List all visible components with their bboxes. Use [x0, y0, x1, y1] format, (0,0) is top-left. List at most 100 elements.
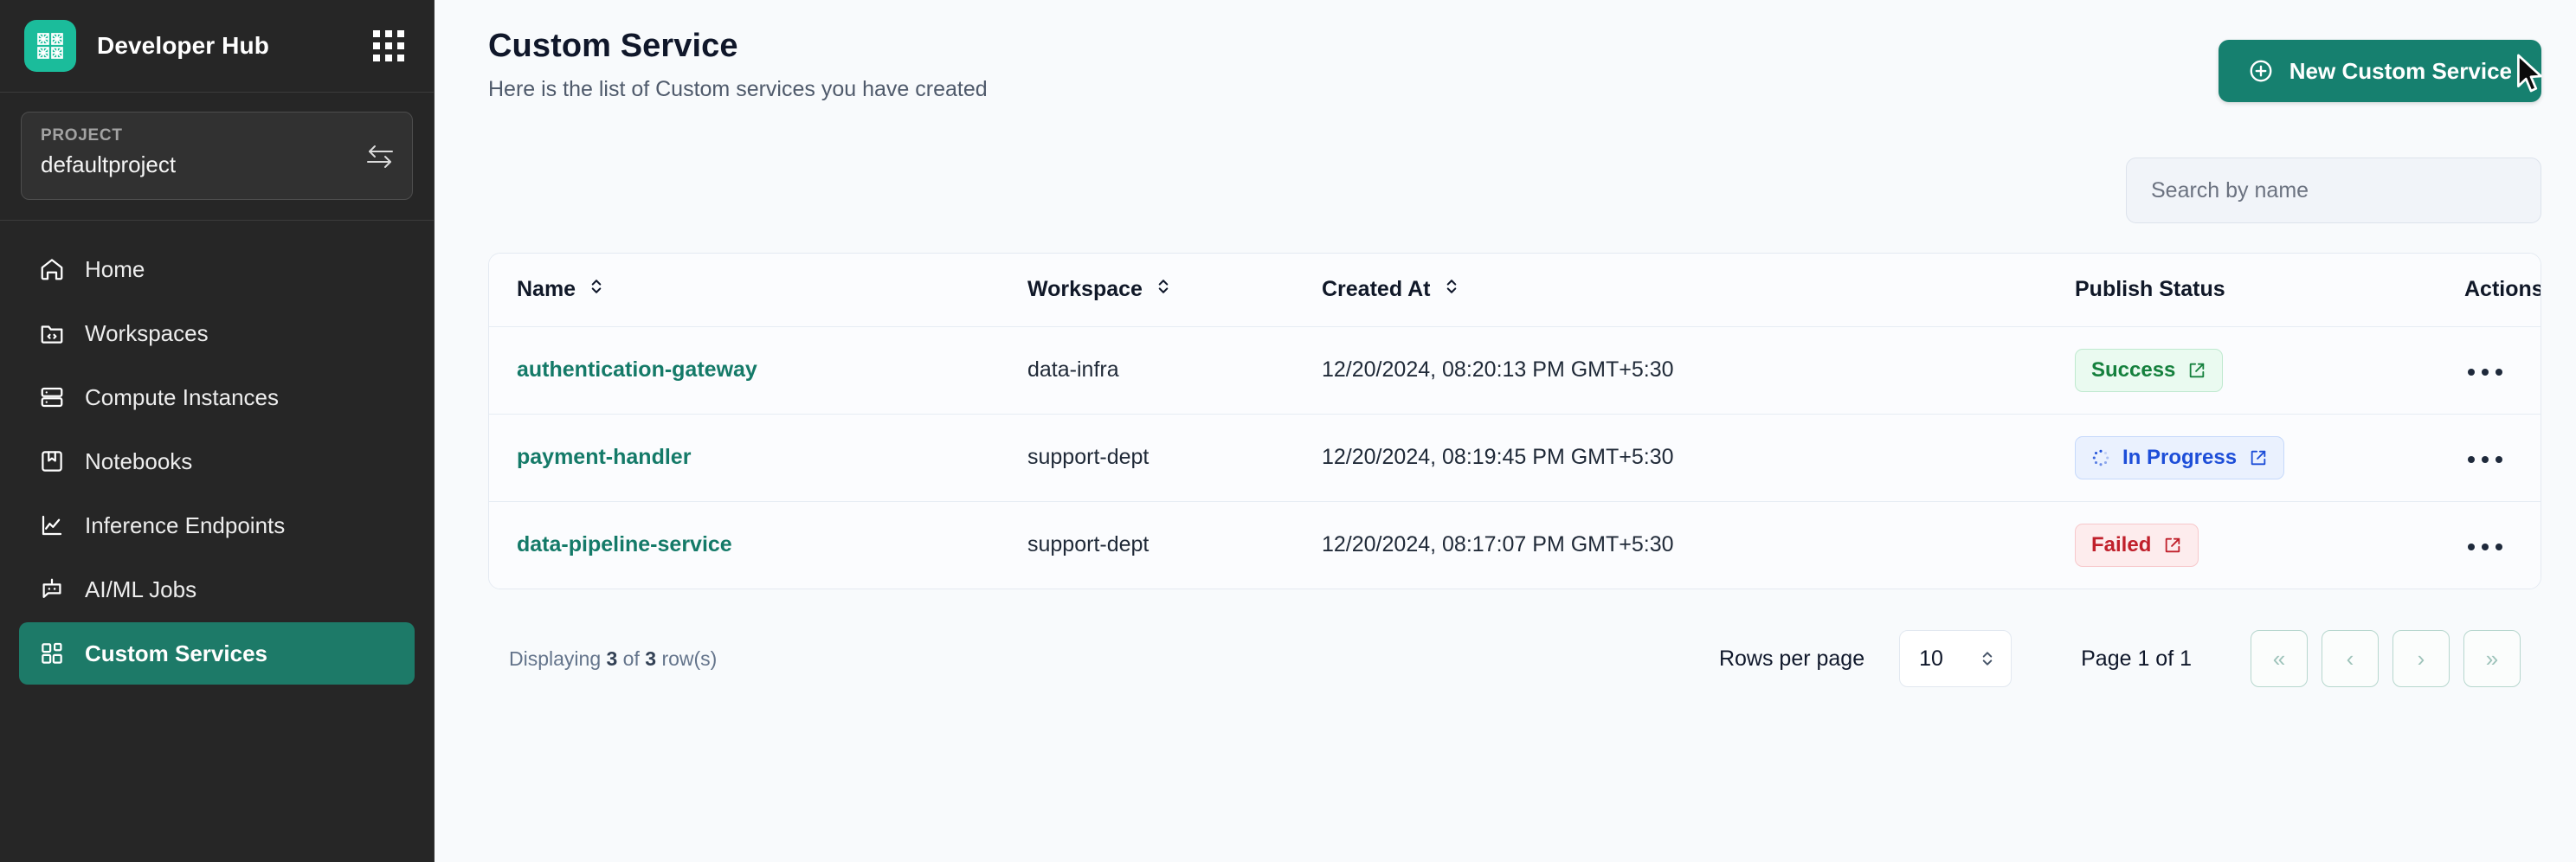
cell-name: authentication-gateway: [489, 326, 1000, 415]
column-header-publish-status: Publish Status: [2047, 254, 2437, 327]
sidebar-item-label: Workspaces: [85, 319, 209, 346]
sidebar-item-label: Home: [85, 255, 145, 282]
page-indicator: Page 1 of 1: [2081, 646, 2192, 671]
prev-page-button[interactable]: ‹: [2322, 630, 2379, 687]
search-input[interactable]: [2126, 158, 2541, 223]
robot-icon: [38, 576, 66, 603]
rows-per-page-select[interactable]: 10: [1899, 630, 2012, 687]
brand-title: Developer Hub: [97, 32, 269, 59]
services-table: Name Workspace Created At Publish Status…: [489, 254, 2541, 589]
table-header-row: Name Workspace Created At Publish Status…: [489, 254, 2541, 327]
sidebar-item-workspaces[interactable]: Workspaces: [19, 302, 415, 364]
sidebar-item-notebooks[interactable]: Notebooks: [19, 430, 415, 492]
table-row: data-pipeline-service support-dept 12/20…: [489, 501, 2541, 589]
column-header-actions: Actions: [2437, 254, 2541, 327]
external-link-icon: [2187, 361, 2206, 380]
cell-workspace: support-dept: [1000, 501, 1294, 589]
column-header-workspace[interactable]: Workspace: [1000, 254, 1294, 327]
sidebar-item-label: Notebooks: [85, 447, 193, 474]
displaying-mid: of: [617, 646, 646, 670]
next-page-button[interactable]: ›: [2392, 630, 2450, 687]
server-icon: [38, 383, 66, 411]
pager-buttons: « ‹ › »: [2251, 630, 2521, 687]
rows-per-page-label: Rows per page: [1718, 646, 1865, 671]
column-label: Created At: [1322, 277, 1431, 302]
services-table-card: Name Workspace Created At Publish Status…: [488, 253, 2541, 589]
displaying-suffix: row(s): [656, 646, 718, 670]
table-head: Name Workspace Created At Publish Status…: [489, 254, 2541, 327]
blocks-icon: [38, 640, 66, 667]
cell-workspace: data-infra: [1000, 326, 1294, 415]
displaying-total: 3: [645, 646, 657, 670]
page-header: Custom Service Here is the list of Custo…: [488, 0, 2541, 102]
status-badge-failed[interactable]: Failed: [2075, 523, 2199, 567]
cell-publish-status: Success: [2047, 326, 2437, 415]
status-label: Success: [2091, 357, 2176, 382]
cell-name: data-pipeline-service: [489, 501, 1000, 589]
project-value: defaultproject: [41, 151, 177, 177]
cell-created-at: 12/20/2024, 08:20:13 PM GMT+5:30: [1294, 326, 2047, 415]
sidebar-item-label: Custom Services: [85, 640, 267, 666]
project-texts: PROJECT defaultproject: [41, 126, 176, 178]
sort-icon[interactable]: [1443, 277, 1460, 302]
cell-publish-status: Failed: [2047, 501, 2437, 589]
page-subtitle: Here is the list of Custom services you …: [488, 77, 988, 101]
sidebar-item-label: Compute Instances: [85, 383, 280, 410]
displaying-count: 3: [606, 646, 618, 670]
apps-grid-icon[interactable]: [373, 30, 404, 61]
sort-icon[interactable]: [588, 277, 605, 302]
new-custom-service-button[interactable]: New Custom Service: [2218, 40, 2541, 102]
service-name-link[interactable]: authentication-gateway: [517, 357, 757, 382]
sidebar: Developer Hub PROJECT defaultproject Hom…: [0, 0, 435, 862]
notebook-icon: [38, 447, 66, 475]
chevron-updown-icon: [1980, 649, 1995, 668]
sidebar-header: Developer Hub: [0, 0, 434, 93]
service-name-link[interactable]: payment-handler: [517, 445, 691, 469]
project-label: PROJECT: [41, 126, 123, 145]
sidebar-item-ai-ml-jobs[interactable]: AI/ML Jobs: [19, 558, 415, 621]
column-header-name[interactable]: Name: [489, 254, 1000, 327]
service-name-link[interactable]: data-pipeline-service: [517, 532, 732, 556]
main-content: Custom Service Here is the list of Custo…: [435, 0, 2576, 862]
app-logo-icon: [24, 20, 76, 72]
column-label: Name: [517, 277, 576, 302]
project-switcher[interactable]: PROJECT defaultproject: [21, 112, 413, 200]
column-label: Publish Status: [2075, 277, 2225, 302]
new-custom-service-label: New Custom Service: [2289, 57, 2512, 84]
sidebar-item-compute-instances[interactable]: Compute Instances: [19, 366, 415, 428]
displaying-rows-text: Displaying 3 of 3 row(s): [509, 647, 717, 671]
table-footer: Displaying 3 of 3 row(s) Rows per page 1…: [488, 624, 2541, 693]
column-label: Workspace: [1027, 277, 1143, 302]
sort-icon[interactable]: [1155, 277, 1172, 302]
status-badge-in-progress[interactable]: In Progress: [2075, 435, 2285, 479]
sidebar-nav: Home Workspaces Compute Instances Notebo…: [0, 221, 434, 685]
more-horizontal-icon[interactable]: [2464, 535, 2506, 559]
rows-per-page-value: 10: [1919, 646, 1943, 671]
more-horizontal-icon[interactable]: [2464, 447, 2506, 472]
external-link-icon: [2249, 448, 2268, 467]
sidebar-item-inference-endpoints[interactable]: Inference Endpoints: [19, 494, 415, 556]
switch-arrows-icon[interactable]: [365, 144, 395, 174]
cell-workspace: support-dept: [1000, 414, 1294, 502]
sidebar-item-home[interactable]: Home: [19, 238, 415, 300]
app-root: Developer Hub PROJECT defaultproject Hom…: [0, 0, 2576, 862]
line-chart-icon: [38, 511, 66, 539]
spinner-icon: [2091, 448, 2110, 467]
table-row: authentication-gateway data-infra 12/20/…: [489, 326, 2541, 415]
table-row: payment-handler support-dept 12/20/2024,…: [489, 414, 2541, 502]
last-page-button[interactable]: »: [2463, 630, 2521, 687]
pagination-controls: Rows per page 10 Page 1 of 1 « ‹ › »: [1719, 630, 2521, 687]
first-page-button[interactable]: «: [2251, 630, 2308, 687]
home-icon: [38, 255, 66, 283]
more-horizontal-icon[interactable]: [2464, 360, 2506, 384]
sidebar-item-custom-services[interactable]: Custom Services: [19, 622, 415, 685]
cell-name: payment-handler: [489, 414, 1000, 502]
status-label: In Progress: [2122, 445, 2238, 469]
status-badge-success[interactable]: Success: [2075, 348, 2224, 392]
sidebar-item-label: AI/ML Jobs: [85, 576, 197, 602]
search-row: [488, 158, 2541, 223]
column-header-created-at[interactable]: Created At: [1294, 254, 2047, 327]
cell-actions: [2437, 414, 2541, 502]
table-body: authentication-gateway data-infra 12/20/…: [489, 326, 2541, 589]
external-link-icon: [2163, 536, 2182, 555]
